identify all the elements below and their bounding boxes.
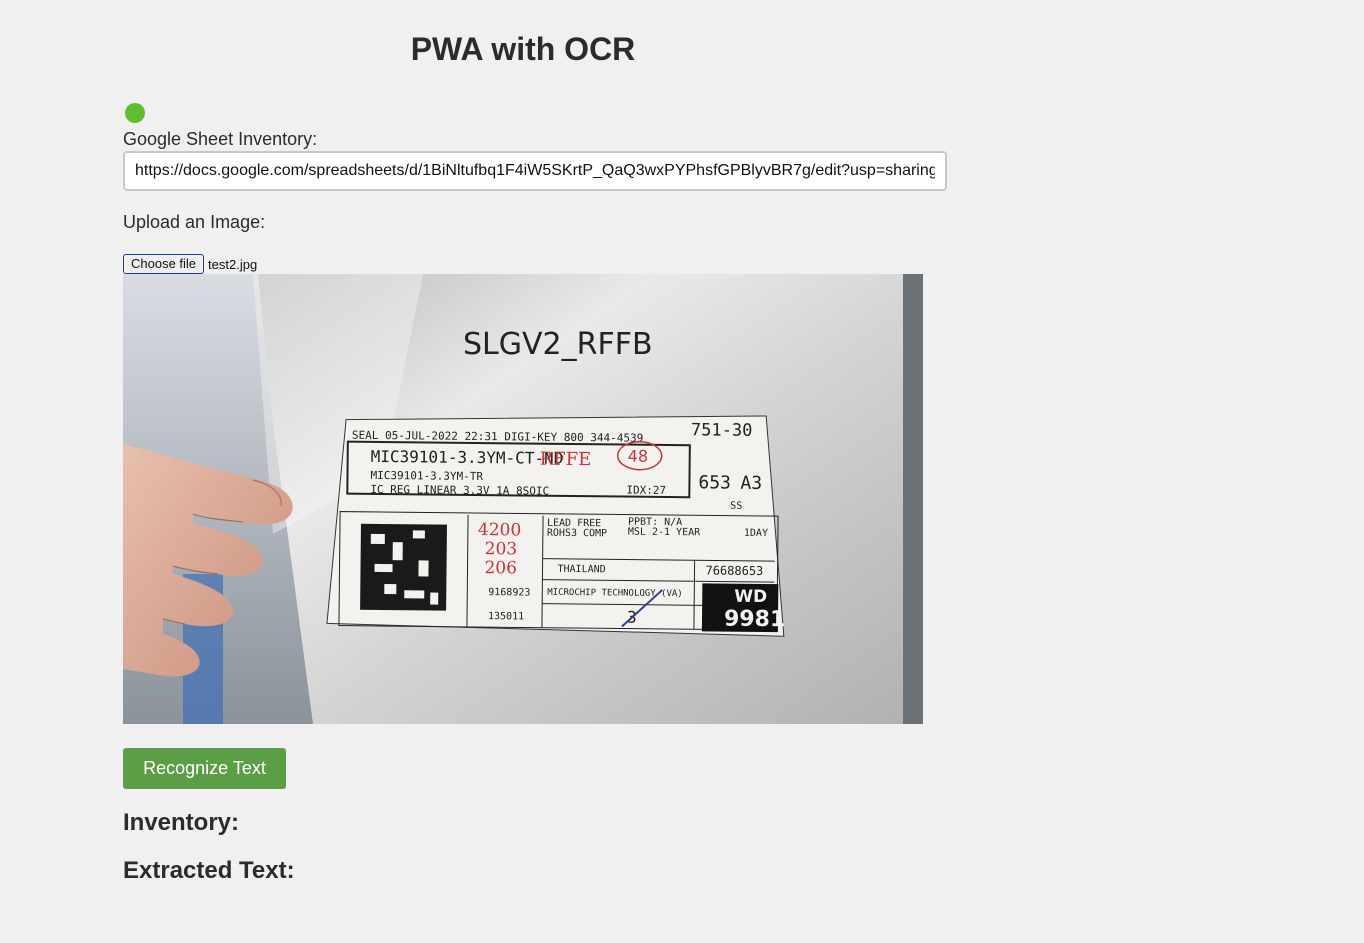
handwritten-rffe: RFFE <box>540 449 592 471</box>
handwritten-203: 203 <box>485 539 518 559</box>
manufacturer-text: MICROCHIP TECHNOLOGY (VA) <box>547 588 683 599</box>
status-indicator <box>125 103 145 123</box>
code-a3: A3 <box>740 473 762 494</box>
code-653: 653 <box>698 472 731 493</box>
file-input[interactable]: Choose file test2.jpg <box>123 254 257 274</box>
wd-text: WD <box>734 587 767 607</box>
inventory-heading: Inventory: <box>123 809 240 836</box>
upload-label: Upload an Image: <box>123 212 266 232</box>
wd-number: 9981 <box>724 607 785 633</box>
app-page: PWA with OCR Google Sheet Inventory: Upl… <box>0 0 1364 943</box>
sheet-label: Google Sheet Inventory: <box>123 129 318 149</box>
msl-text: MSL 2-1 YEAR <box>628 527 701 539</box>
file-name: test2.jpg <box>208 256 258 272</box>
desc-text: IC REG LINEAR 3.3V 1A 8SOIC <box>370 483 549 498</box>
mfg-pn-text: MIC39101-3.3YM-TR <box>370 469 483 483</box>
ss-mark: SS <box>730 501 742 512</box>
rohs-text: ROHS3 COMP <box>547 528 607 540</box>
one-day-text: 1DAY <box>744 528 768 539</box>
choose-file-button[interactable]: Choose file <box>123 254 205 274</box>
recognize-text-button[interactable]: Recognize Text <box>123 748 286 789</box>
number-1-text: 9168923 <box>488 587 530 598</box>
label-photo: SLGV2_RFFB SEAL 05-JUL-2022 22:31 DIGI-K… <box>123 274 923 724</box>
handwritten-4200: 4200 <box>478 520 521 540</box>
pn-text: MIC39101-3.3YM-CT-ND <box>371 447 564 468</box>
handwritten-48: 48 <box>628 447 649 466</box>
handwritten-title: SLGV2_RFFB <box>463 327 653 362</box>
page-title: PWA with OCR <box>410 31 636 67</box>
idx-text: IDX:27 <box>626 484 666 497</box>
origin-text: THAILAND <box>557 564 605 576</box>
sheet-url-input[interactable] <box>123 151 947 191</box>
part-code-text: 76688653 <box>705 563 763 578</box>
uploaded-image-preview: SLGV2_RFFB SEAL 05-JUL-2022 22:31 DIGI-K… <box>123 274 923 724</box>
extracted-text-heading: Extracted Text: <box>123 857 295 884</box>
dst-code: 751-30 <box>691 420 753 441</box>
handwritten-206: 206 <box>484 558 517 578</box>
shipping-label: SEAL 05-JUL-2022 22:31 DIGI-KEY 800 344-… <box>326 415 785 637</box>
number-2-text: 135011 <box>488 611 524 622</box>
